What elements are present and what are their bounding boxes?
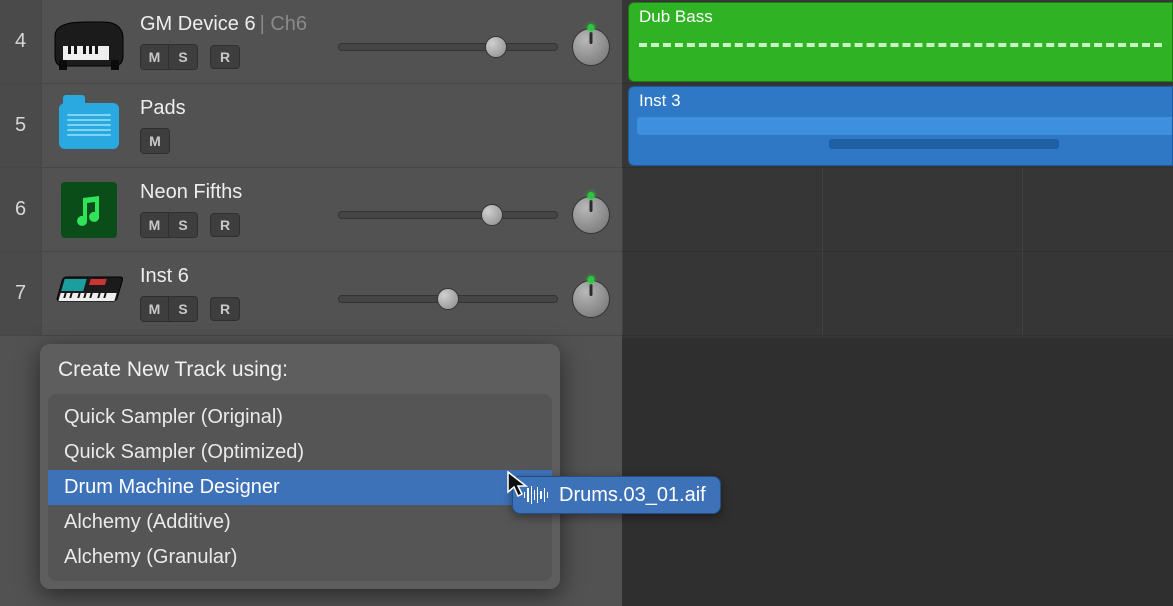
track-icon-cell[interactable] xyxy=(42,103,136,149)
bar-gridlines xyxy=(622,168,1173,251)
bar-gridlines xyxy=(622,252,1173,335)
pan-indicator-icon xyxy=(588,24,595,31)
record-enable-button[interactable]: R xyxy=(210,213,240,237)
timeline-lane[interactable] xyxy=(622,168,1173,252)
pan-knob[interactable] xyxy=(572,28,610,66)
track-name-label[interactable]: GM Device 6 xyxy=(140,13,256,36)
track-row[interactable]: 5 Pads M xyxy=(0,84,622,168)
track-list-panel: 4 GM Device 6 | Ch6 xyxy=(0,0,622,606)
midi-notes-icon xyxy=(637,117,1172,135)
region-label: Inst 3 xyxy=(639,91,681,110)
timeline-lane[interactable] xyxy=(622,252,1173,336)
mute-button[interactable]: M xyxy=(141,213,169,237)
track-name-label[interactable]: Neon Fifths xyxy=(140,181,242,204)
record-enable-button[interactable]: R xyxy=(210,45,240,69)
popup-item-drum-machine-designer[interactable]: Drum Machine Designer xyxy=(48,470,552,505)
volume-thumb[interactable] xyxy=(481,204,503,226)
drag-file-label: Drums.03_01.aif xyxy=(559,484,706,507)
timeline-lane[interactable]: Inst 3 xyxy=(622,84,1173,168)
track-channel-label: | Ch6 xyxy=(260,13,307,36)
logic-pro-window: 4 GM Device 6 | Ch6 xyxy=(0,0,1173,606)
volume-slider[interactable] xyxy=(338,43,558,51)
timeline-area[interactable]: Dub Bass Inst 3 xyxy=(622,0,1173,606)
synth-keyboard-icon xyxy=(49,271,129,317)
volume-thumb[interactable] xyxy=(437,288,459,310)
record-enable-button[interactable]: R xyxy=(210,297,240,321)
timeline-lane[interactable]: Dub Bass xyxy=(622,0,1173,84)
popup-title: Create New Track using: xyxy=(40,356,560,394)
track-row[interactable]: 4 GM Device 6 | Ch6 xyxy=(0,0,622,84)
track-row[interactable]: 6 Neon Fifths M S R xyxy=(0,168,622,252)
pan-indicator-icon xyxy=(588,276,595,283)
popup-item-alchemy-granular[interactable]: Alchemy (Granular) xyxy=(48,540,552,575)
track-number: 4 xyxy=(0,0,42,83)
track-row[interactable]: 7 Inst 6 xyxy=(0,252,622,336)
volume-thumb[interactable] xyxy=(485,36,507,58)
volume-slider[interactable] xyxy=(338,211,558,219)
piano-icon xyxy=(49,12,129,72)
folder-icon xyxy=(59,103,119,149)
pan-knob[interactable] xyxy=(572,196,610,234)
mute-button[interactable]: M xyxy=(141,129,169,153)
waveform-icon xyxy=(523,485,549,505)
mute-button[interactable]: M xyxy=(141,297,169,321)
track-icon-cell[interactable] xyxy=(42,12,136,72)
midi-notes-icon xyxy=(829,139,1059,149)
track-number: 6 xyxy=(0,168,42,251)
create-track-popup: Create New Track using: Quick Sampler (O… xyxy=(40,344,560,589)
popup-items-container: Quick Sampler (Original) Quick Sampler (… xyxy=(48,394,552,581)
midi-region-inst-3[interactable]: Inst 3 xyxy=(628,86,1173,166)
track-number: 5 xyxy=(0,84,42,167)
midi-notes-icon xyxy=(639,43,1162,47)
track-icon-cell[interactable] xyxy=(42,271,136,317)
solo-button[interactable]: S xyxy=(169,297,197,321)
popup-item-quick-sampler-optimized[interactable]: Quick Sampler (Optimized) xyxy=(48,435,552,470)
track-name-label[interactable]: Inst 6 xyxy=(140,265,189,288)
volume-slider[interactable] xyxy=(338,295,558,303)
music-note-icon xyxy=(61,182,117,238)
mute-button[interactable]: M xyxy=(141,45,169,69)
track-number: 7 xyxy=(0,252,42,335)
track-icon-cell[interactable] xyxy=(42,182,136,238)
popup-item-quick-sampler-original[interactable]: Quick Sampler (Original) xyxy=(48,400,552,435)
pan-indicator-icon xyxy=(588,192,595,199)
region-label: Dub Bass xyxy=(639,7,713,26)
solo-button[interactable]: S xyxy=(169,213,197,237)
pan-knob[interactable] xyxy=(572,280,610,318)
track-name-label[interactable]: Pads xyxy=(140,97,186,120)
midi-region-dub-bass[interactable]: Dub Bass xyxy=(628,2,1173,82)
drag-audio-file-chip[interactable]: Drums.03_01.aif xyxy=(512,476,721,514)
solo-button[interactable]: S xyxy=(169,45,197,69)
popup-item-alchemy-additive[interactable]: Alchemy (Additive) xyxy=(48,505,552,540)
